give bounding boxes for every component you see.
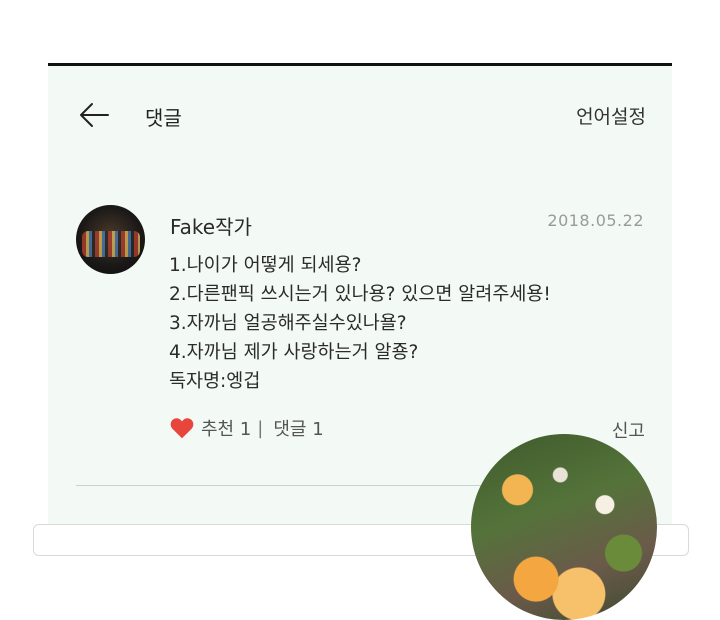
comment-line: 3.자까님 얼공해주실수있나욜? xyxy=(169,313,407,334)
action-separator: | xyxy=(257,417,264,439)
comment-line: 독자명:엥겁 xyxy=(169,371,261,392)
page-title: 댓글 xyxy=(145,106,182,130)
comment-author[interactable]: Fake작가 xyxy=(170,211,252,240)
comment-date: 2018.05.22 xyxy=(547,211,644,230)
back-arrow-icon xyxy=(80,103,109,127)
back-button[interactable] xyxy=(78,100,110,130)
comment-line: 1.나이가 어떻게 되세용? xyxy=(169,255,362,276)
recommend-button[interactable]: 추천 1 xyxy=(201,415,251,441)
heart-icon[interactable] xyxy=(169,415,195,441)
avatar-photo xyxy=(82,231,140,257)
report-button[interactable]: 신고 xyxy=(612,417,645,443)
comment-actions: 추천 1 | 댓글 1 xyxy=(169,415,324,441)
rose-photo-thumbnail[interactable] xyxy=(471,434,657,620)
comment-line: 4.자까님 제가 사랑하는거 알죵? xyxy=(169,342,419,363)
language-settings-button[interactable]: 언어설정 xyxy=(576,102,646,129)
comment-line: 2.다른팬픽 쓰시는거 있나용? 있으면 알려주세용! xyxy=(169,284,551,305)
comment-body: 1.나이가 어떻게 되세용? 2.다른팬픽 쓰시는거 있나용? 있으면 알려주세… xyxy=(169,251,639,396)
avatar[interactable] xyxy=(76,205,145,274)
reply-button[interactable]: 댓글 1 xyxy=(273,415,323,441)
